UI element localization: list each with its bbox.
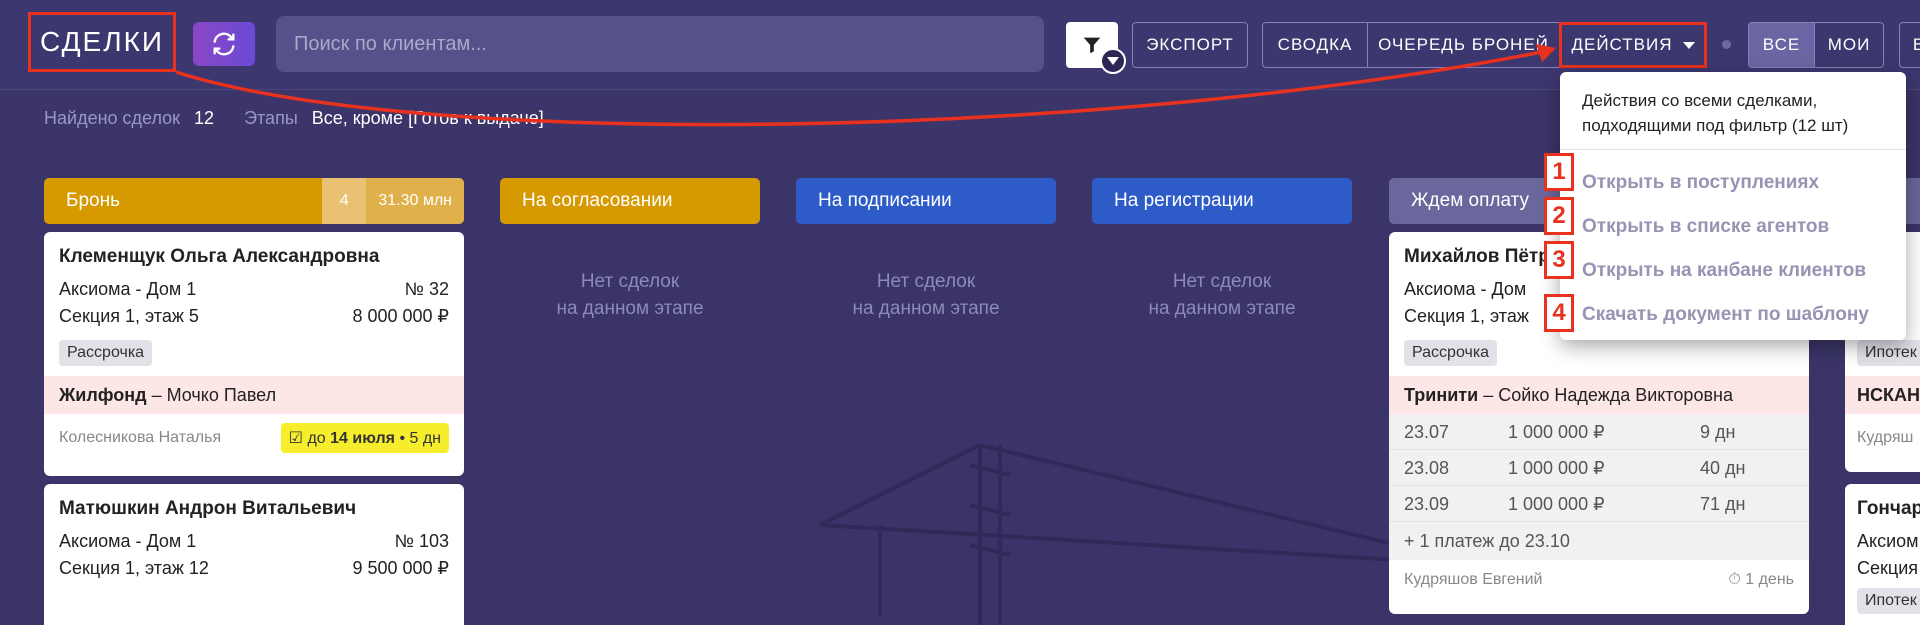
deal-card[interactable]: Матюшкин Андрон Витальевич Аксиома - Дом… — [44, 484, 464, 625]
export-button[interactable]: ЭКСПОРТ — [1132, 22, 1248, 68]
more-payments: + 1 платеж до 23.10 — [1389, 522, 1809, 560]
deal-price: 9 500 000 ₽ — [352, 558, 449, 578]
manager-name: Колесникова Наталья — [59, 429, 222, 446]
found-label: Найдено сделок — [44, 107, 181, 128]
column-header-booking[interactable]: Бронь 4 31.30 млн — [44, 178, 464, 224]
caret-down-icon — [1682, 41, 1695, 49]
actions-button-label: ДЕЙСТВИЯ — [1571, 35, 1673, 54]
payment-row: 23.09 1 000 000 ₽71 дн — [1389, 486, 1809, 522]
more-button[interactable]: В — [1899, 22, 1920, 68]
search-input[interactable] — [276, 16, 1044, 72]
annotation-badge: 2 — [1544, 197, 1574, 235]
annotation-badge: 4 — [1544, 294, 1574, 332]
payment-type-badge: Рассрочка — [1404, 340, 1498, 366]
empty-column-note: Нет сделок на данном этапе — [852, 271, 1000, 319]
payment-row: 23.07 1 000 000 ₽9 дн — [1389, 414, 1809, 450]
stages-label: Этапы — [244, 107, 298, 128]
payment-type-badge: Рассрочка — [59, 340, 153, 366]
deal-price: 8 000 000 ₽ — [352, 306, 449, 326]
column-header-approval[interactable]: На согласовании — [500, 178, 760, 224]
agency-row: Жилфонд – Мочко Павел — [44, 376, 464, 414]
annotation-badge: 3 — [1544, 241, 1574, 279]
chevron-down-icon — [1107, 57, 1119, 65]
dropdown-description: Действия со всеми сделками, подходящими … — [1560, 72, 1906, 150]
menu-item-open-in-agents-list[interactable]: Открыть в списке агентов — [1582, 216, 1829, 238]
project-name: Аксиом — [1857, 531, 1919, 551]
client-name: Матюшкин Андрон Витальевич — [59, 498, 357, 519]
filter-mine-button[interactable]: МОИ — [1814, 22, 1884, 68]
actions-dropdown-menu: Действия со всеми сделками, подходящими … — [1560, 72, 1906, 340]
refresh-icon — [213, 32, 235, 56]
section-floor: Секция 1, этаж 12 — [59, 558, 209, 578]
column-title: Бронь — [66, 190, 120, 211]
column-header-signing[interactable]: На подписании — [796, 178, 1056, 224]
filter-all-button[interactable]: ВСЕ — [1748, 22, 1815, 68]
timer: ⏱ 1 день — [1728, 571, 1794, 588]
annotation-badge: 1 — [1544, 153, 1574, 191]
deadline-badge: ☑ до 14 июля • 5 дн — [280, 423, 449, 453]
section-floor: Секция 1, этаж — [1404, 306, 1529, 326]
deal-card[interactable]: Гончар Аксиом Секция Ипотек — [1845, 484, 1920, 625]
separator-dot — [1722, 40, 1731, 49]
booking-queue-button[interactable]: ОЧЕРЕДЬ БРОНЕЙ — [1367, 22, 1560, 68]
column-header-registration[interactable]: На регистрации — [1092, 178, 1352, 224]
client-name: Гончар — [1857, 498, 1920, 519]
project-name: Аксиома - Дом 1 — [59, 279, 197, 299]
manager-name: Кудряш — [1857, 429, 1914, 446]
menu-item-open-on-clients-kanban[interactable]: Открыть на канбане клиентов — [1582, 260, 1866, 282]
empty-column-note: Нет сделок на данном этапе — [1148, 271, 1296, 319]
page-title: СДЕЛКИ — [28, 12, 176, 72]
agency-row: НСКАН — [1845, 376, 1920, 414]
menu-item-download-template-document[interactable]: Скачать документ по шаблону — [1582, 304, 1869, 326]
unit-number: № 103 — [394, 531, 449, 551]
section-floor: Секция — [1857, 558, 1918, 578]
found-count: 12 — [194, 107, 215, 128]
payment-row: 23.08 1 000 000 ₽40 дн — [1389, 450, 1809, 486]
filter-icon — [1083, 37, 1101, 54]
column-sum: 31.30 млн — [366, 178, 464, 224]
summary-button[interactable]: СВОДКА — [1262, 22, 1368, 68]
empty-column-note: Нет сделок на данном этапе — [556, 271, 704, 319]
filter-dropdown-toggle[interactable] — [1100, 48, 1126, 74]
manager-name: Кудряшов Евгений — [1404, 571, 1543, 588]
deal-card[interactable]: Клеменщук Ольга Александровна Аксиома - … — [44, 232, 464, 476]
actions-button[interactable]: ДЕЙСТВИЯ — [1559, 22, 1707, 68]
unit-number: № 32 — [404, 279, 449, 299]
calendar-check-icon: ☑ — [288, 430, 303, 447]
agency-row: Тринити – Сойко Надежда Викторовна — [1389, 376, 1809, 414]
refresh-button[interactable] — [193, 22, 255, 66]
menu-item-open-in-receipts[interactable]: Открыть в поступлениях — [1582, 172, 1819, 194]
column-count: 4 — [322, 178, 367, 224]
section-floor: Секция 1, этаж 5 — [59, 306, 199, 326]
payment-type-badge: Ипотек — [1857, 588, 1920, 614]
stages-value[interactable]: Все, кроме [Готов к выдаче] — [312, 108, 544, 129]
project-name: Аксиома - Дом — [1404, 279, 1527, 299]
project-name: Аксиома - Дом 1 — [59, 531, 197, 551]
client-name: Клеменщук Ольга Александровна — [59, 246, 380, 267]
stopwatch-icon: ⏱ — [1728, 571, 1741, 588]
payment-type-badge: Ипотек — [1857, 340, 1920, 366]
